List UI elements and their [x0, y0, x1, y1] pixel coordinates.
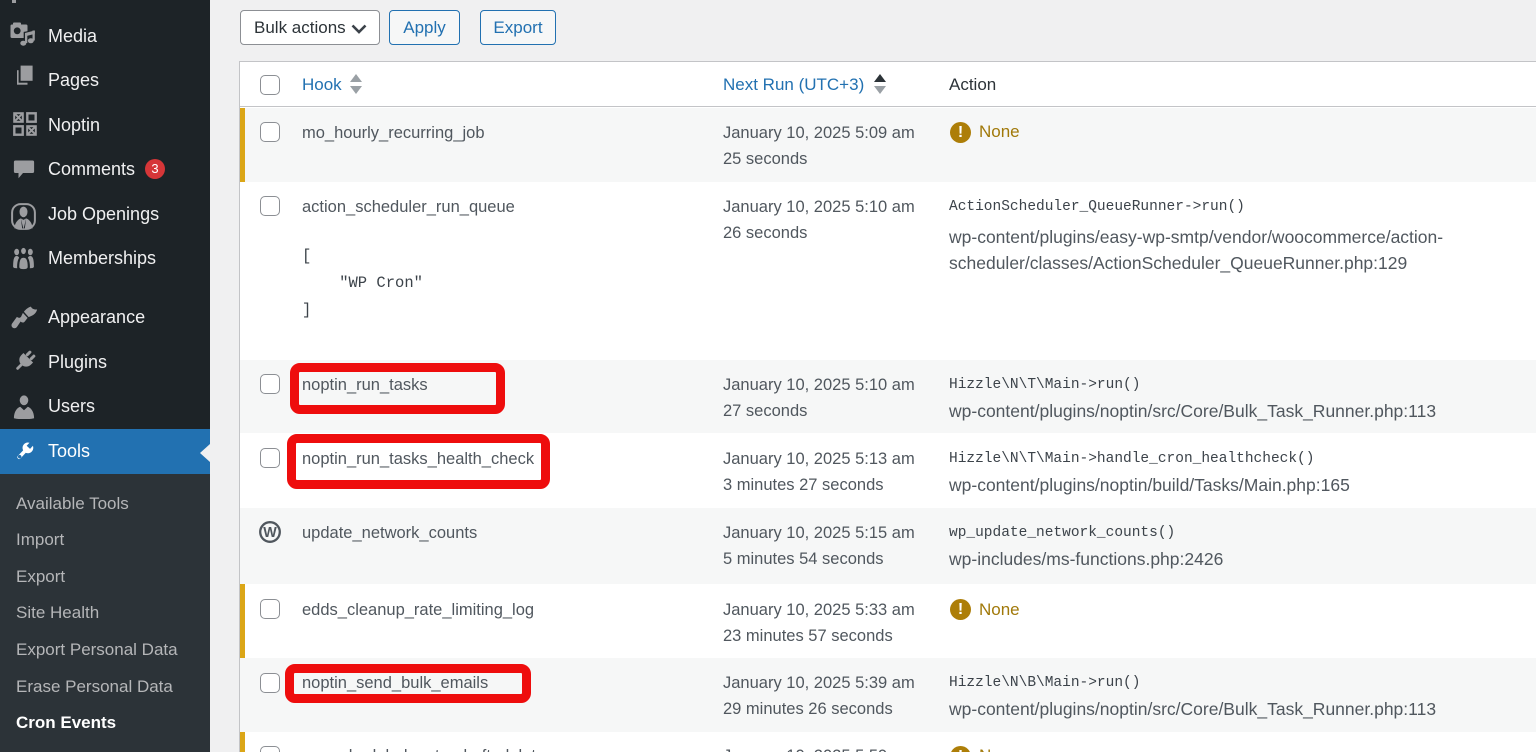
svg-text:W: W [263, 525, 277, 541]
